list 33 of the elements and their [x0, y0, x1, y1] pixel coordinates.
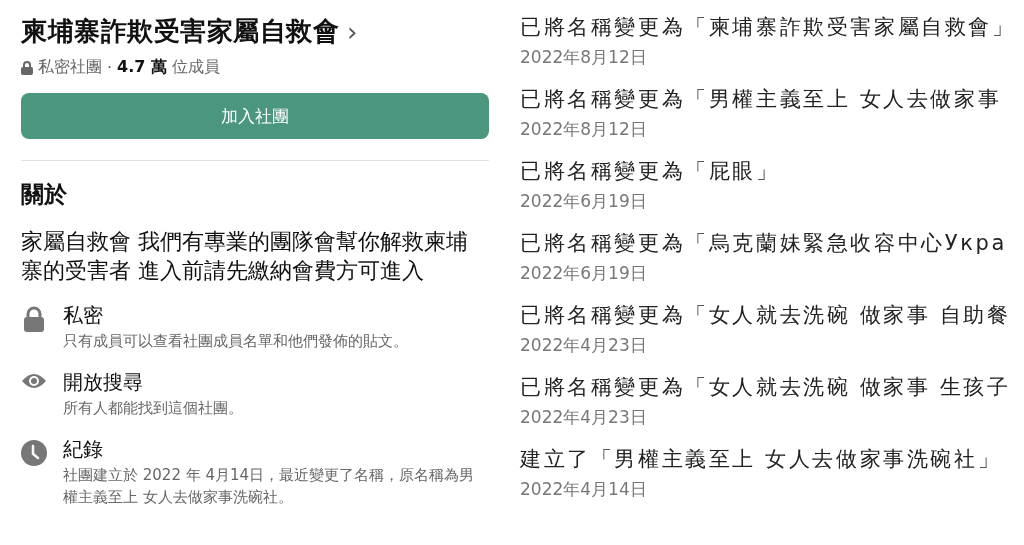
eye-icon — [21, 373, 47, 389]
info-text: 只有成員可以查看社團成員名單和他們發佈的貼文。 — [63, 331, 409, 352]
history-entry: 已將名稱變更為「柬埔寨詐欺受害家屬自救會」 — [520, 14, 1016, 41]
info-text: 社團建立於 2022 年 4月14日，最近變更了名稱，原名稱為男權主義至上 女人去做家事洗碗社。 — [63, 465, 476, 508]
history-date: 2022年4月23日 — [520, 335, 647, 355]
info-title: 私密 — [63, 302, 104, 328]
history-date: 2022年8月12日 — [520, 47, 647, 67]
history-entry: 已將名稱變更為「女人就去洗碗 做家事 生孩子 — [520, 374, 1011, 401]
member-label: 位成員 — [172, 57, 220, 78]
member-count: 4.7 萬 — [117, 57, 167, 78]
history-date: 2022年8月12日 — [520, 119, 647, 139]
history-entry: 已將名稱變更為「女人就去洗碗 做家事 自助餐 — [520, 302, 1011, 329]
history-entry: 已將名稱變更為「烏克蘭妹緊急收容中心Укра — [520, 230, 1007, 257]
group-description: 家屬自救會 我們有專業的團隊會幫你解救柬埔寨的受害者 進入前請先繳納會費方可進入 — [21, 228, 469, 285]
info-title: 紀錄 — [63, 436, 104, 462]
privacy-label: 私密社團 — [38, 57, 102, 78]
separator: · — [107, 58, 113, 77]
chevron-icon[interactable]: › — [347, 18, 358, 45]
history-date: 2022年4月23日 — [520, 407, 647, 427]
info-title: 開放搜尋 — [63, 369, 144, 395]
join-group-button[interactable]: 加入社團 — [21, 93, 489, 139]
history-entry: 已將名稱變更為「屁眼」 — [520, 158, 780, 185]
history-date: 2022年4月14日 — [520, 479, 647, 499]
history-date: 2022年6月19日 — [520, 191, 647, 211]
about-heading: 關於 — [21, 180, 68, 209]
lock-icon — [21, 60, 33, 75]
group-title[interactable]: 柬埔寨詐欺受害家屬自救會 — [21, 14, 339, 49]
lock-icon — [23, 306, 45, 332]
info-text: 所有人都能找到這個社團。 — [63, 398, 244, 419]
clock-icon — [21, 440, 47, 466]
history-entry: 建立了「男權主義至上 女人去做家事洗碗社」 — [520, 446, 1002, 473]
history-entry: 已將名稱變更為「男權主義至上 女人去做家事 — [520, 86, 1002, 113]
history-date: 2022年6月19日 — [520, 263, 647, 283]
